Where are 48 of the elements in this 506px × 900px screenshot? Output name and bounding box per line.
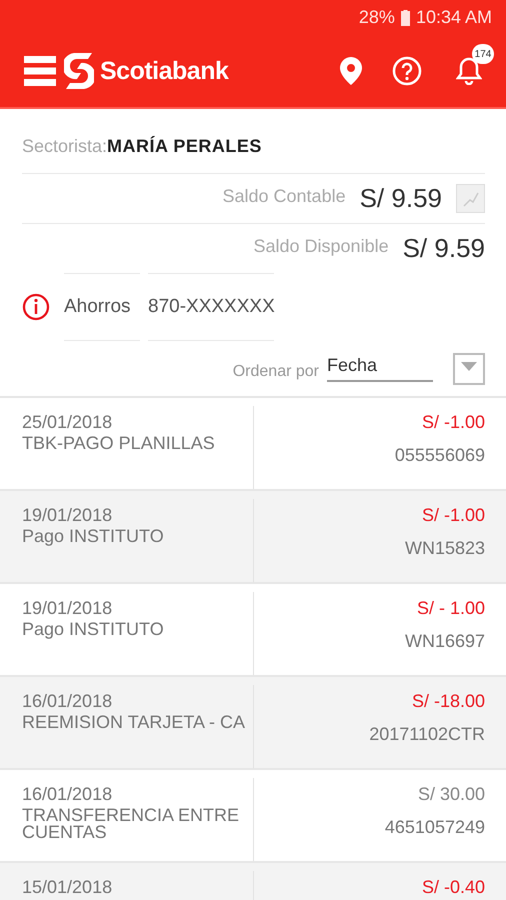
battery-level: 28% xyxy=(358,7,395,28)
transaction-description: Pago INSTITUTO xyxy=(22,528,165,545)
dropdown-button[interactable] xyxy=(453,352,485,384)
help-icon[interactable] xyxy=(392,56,422,86)
transaction-reference: WN16697 xyxy=(404,631,485,652)
transaction-reference: 4651057249 xyxy=(384,817,485,838)
transaction-amount: S/ -1.00 xyxy=(422,412,485,433)
transaction-date: 19/01/2018 xyxy=(22,598,114,619)
clock: 10:34 AM xyxy=(416,7,492,28)
transaction-description: REEMISION TARJETA - CA xyxy=(22,714,246,731)
transaction-reference: 20171102CTR xyxy=(369,724,485,745)
transaction-date: 15/01/2018 xyxy=(22,877,114,898)
brand-name: Scotiabank xyxy=(100,56,228,86)
transaction-date: 25/01/2018 xyxy=(22,412,114,433)
transaction-row[interactable]: 16/01/2018 REEMISION TARJETA - CA S/ -18.00 20171102CTR xyxy=(0,677,506,770)
transaction-amount: S/ - 1.00 xyxy=(416,598,485,619)
balance-label: Saldo Disponible xyxy=(254,236,389,257)
transaction-row[interactable]: 19/01/2018 Pago INSTITUTO S/ -1.00 WN15823 xyxy=(0,491,506,584)
transaction-reference: WN15823 xyxy=(404,538,485,559)
balance-amount: S/ 9.59 xyxy=(402,233,485,264)
transaction-description: TBK-PAGO PLANILLAS xyxy=(22,435,216,452)
sectorista-name: MARÍA PERALES xyxy=(107,136,262,156)
caret-icon xyxy=(460,360,478,372)
transaction-row[interactable]: 15/01/2018 S/ -0.40 xyxy=(0,863,506,900)
battery-icon xyxy=(400,10,410,26)
menu-icon[interactable] xyxy=(24,56,56,86)
logo-icon xyxy=(64,53,94,89)
transaction-date: 19/01/2018 xyxy=(22,505,114,526)
sectorista-label: Sectorista: xyxy=(22,136,108,156)
balance-label: Saldo Contable xyxy=(222,186,346,207)
sort-field[interactable]: Fecha xyxy=(327,355,433,382)
account-number: 870-XXXXXXX xyxy=(148,295,275,319)
transaction-description: Pago INSTITUTO xyxy=(22,621,165,638)
transaction-amount: S/ -18.00 xyxy=(412,691,485,712)
account-type: Ahorros xyxy=(64,295,131,319)
notification-badge: 174 xyxy=(472,44,494,64)
bell-icon[interactable] xyxy=(456,57,482,85)
transaction-date: 16/01/2018 xyxy=(22,784,114,805)
transaction-amount: S/ -1.00 xyxy=(422,505,485,526)
transaction-description: TRANSFERENCIA ENTRE CUENTAS xyxy=(22,807,240,841)
transaction-amount: S/ 30.00 xyxy=(418,784,485,805)
location-pin-icon[interactable] xyxy=(340,57,362,85)
sort-label: Ordenar por xyxy=(232,362,319,380)
transaction-reference: 055556069 xyxy=(394,445,485,466)
balance-amount: S/ 9.59 xyxy=(360,183,442,214)
transaction-date: 16/01/2018 xyxy=(22,691,114,712)
info-icon[interactable] xyxy=(22,293,50,321)
transaction-amount: S/ -0.40 xyxy=(422,877,485,898)
